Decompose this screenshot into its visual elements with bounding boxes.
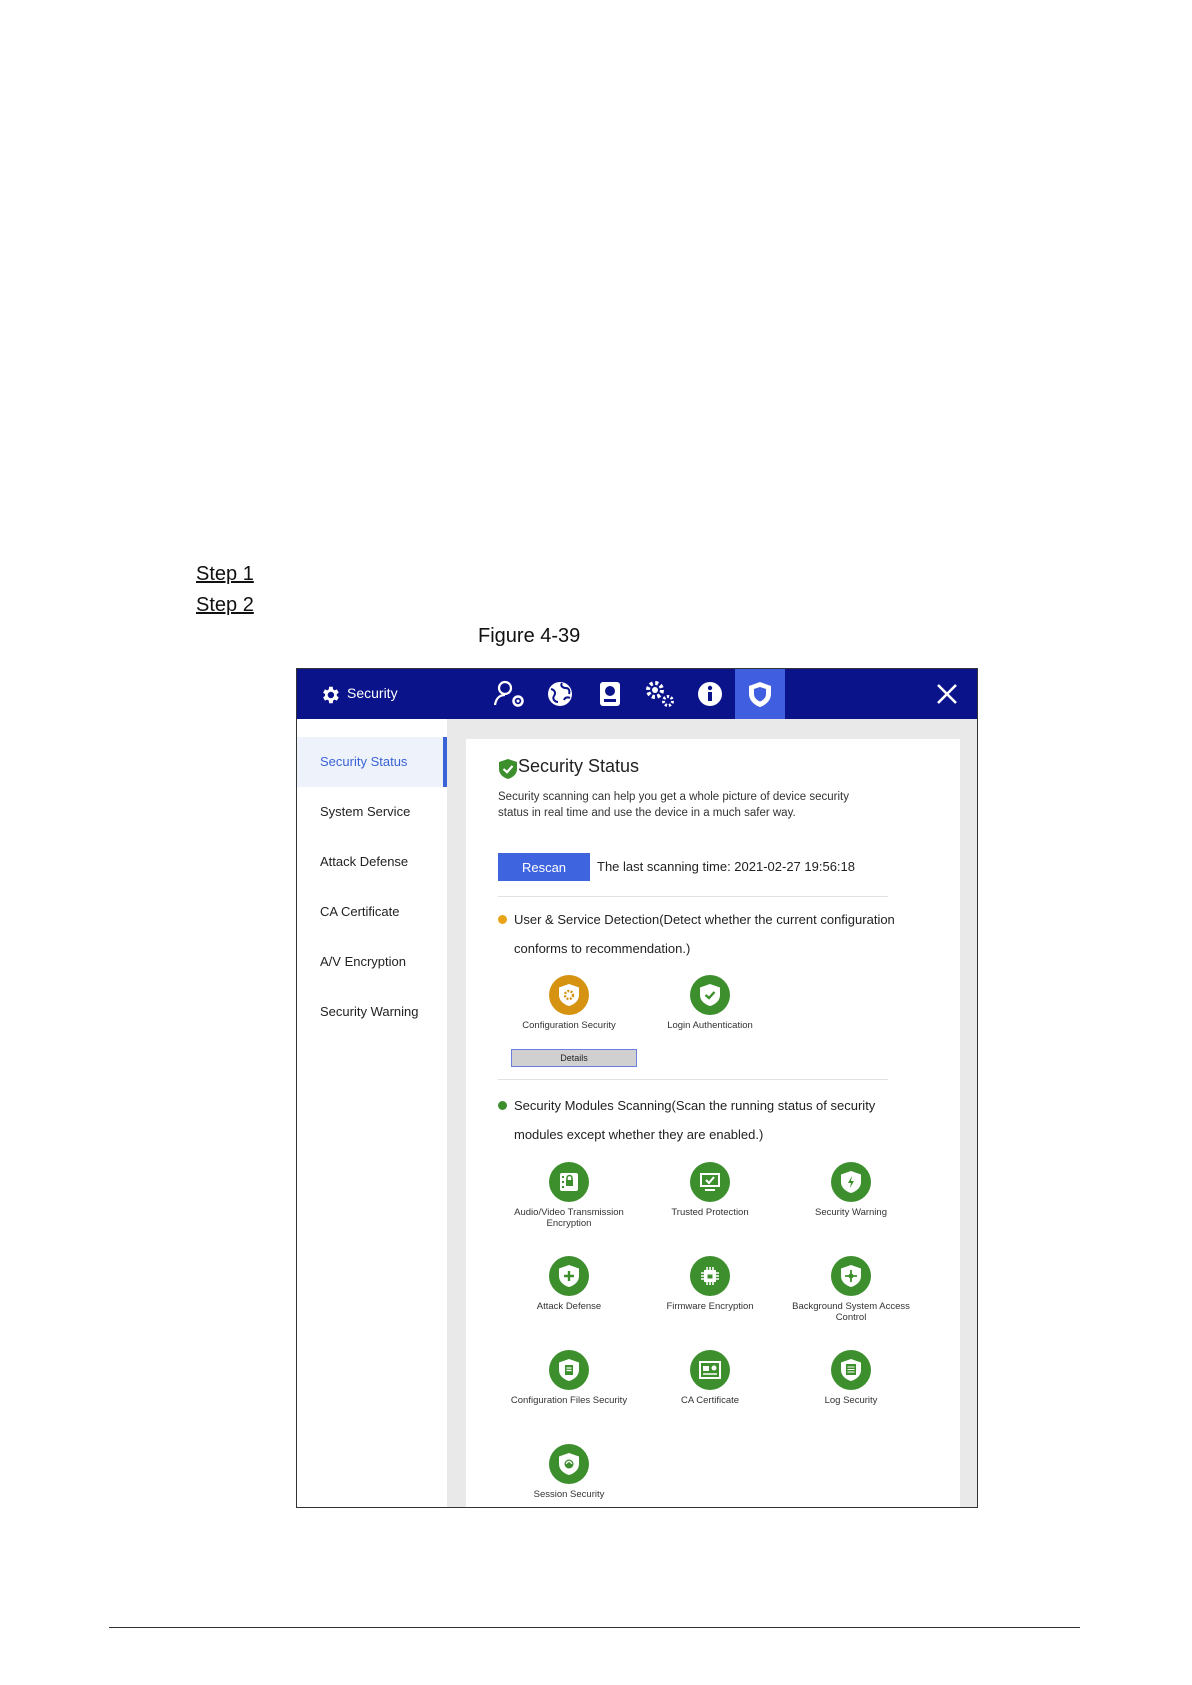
security-modules-heading: Security Modules Scanning(Scan the runni… bbox=[498, 1091, 898, 1149]
page-title: Security Status bbox=[518, 756, 640, 776]
sidebar-item-attack-defense[interactable]: Attack Defense bbox=[297, 837, 447, 887]
background-system-access-control-item[interactable]: Background System Access Control bbox=[786, 1256, 916, 1323]
window-title: Security bbox=[347, 685, 398, 701]
firmware-encryption-label: Firmware Encryption bbox=[666, 1301, 754, 1312]
configuration-security-icon bbox=[549, 975, 589, 1015]
login-authentication-label: Login Authentication bbox=[667, 1020, 753, 1031]
figure-caption: Figure 4-39 bbox=[478, 625, 581, 647]
sidebar: Security Status System Service Attack De… bbox=[297, 719, 447, 1507]
shield-check-icon bbox=[499, 759, 517, 779]
av-encryption-icon bbox=[549, 1162, 589, 1202]
sidebar-item-security-warning[interactable]: Security Warning bbox=[297, 987, 447, 1037]
user-service-heading-text: User & Service Detection(Detect whether … bbox=[514, 912, 895, 956]
warning-dot-icon bbox=[498, 915, 507, 924]
content-panel: Security Status Security scanning can he… bbox=[466, 739, 960, 1507]
shield-bolt-icon bbox=[831, 1162, 871, 1202]
sidebar-item-ca-certificate[interactable]: CA Certificate bbox=[297, 887, 447, 937]
av-transmission-encryption-label: Audio/Video Transmission Encryption bbox=[514, 1207, 624, 1229]
ca-certificate-label: CA Certificate bbox=[680, 1395, 740, 1406]
login-authentication-item[interactable]: Login Authentication bbox=[645, 975, 775, 1031]
shield-network-icon bbox=[831, 1256, 871, 1296]
chip-icon bbox=[690, 1256, 730, 1296]
shield-document-icon bbox=[549, 1350, 589, 1390]
shield-log-icon bbox=[831, 1350, 871, 1390]
certificate-icon bbox=[690, 1350, 730, 1390]
close-icon[interactable] bbox=[935, 682, 959, 706]
step-2-label: Step 2 bbox=[196, 594, 254, 616]
divider bbox=[498, 1079, 888, 1080]
log-security-item[interactable]: Log Security bbox=[786, 1350, 916, 1406]
page-footer-rule bbox=[109, 1627, 1080, 1628]
background-system-access-control-label: Background System Access Control bbox=[792, 1301, 910, 1323]
monitor-check-icon bbox=[690, 1162, 730, 1202]
attack-defense-label: Attack Defense bbox=[536, 1301, 602, 1312]
firmware-encryption-item[interactable]: Firmware Encryption bbox=[645, 1256, 775, 1312]
sidebar-item-av-encryption[interactable]: A/V Encryption bbox=[297, 937, 447, 987]
av-transmission-encryption-item[interactable]: Audio/Video Transmission Encryption bbox=[504, 1162, 634, 1229]
gear-icon bbox=[323, 686, 339, 704]
storage-icon[interactable] bbox=[585, 669, 635, 719]
page-description: Security scanning can help you get a who… bbox=[498, 791, 849, 819]
step-1-label: Step 1 bbox=[196, 563, 254, 585]
last-scan-time: The last scanning time: 2021-02-27 19:56… bbox=[597, 859, 856, 874]
user-settings-icon[interactable] bbox=[485, 669, 535, 719]
rescan-button[interactable]: Rescan bbox=[498, 853, 590, 881]
attack-defense-item[interactable]: Attack Defense bbox=[504, 1256, 634, 1312]
configuration-files-security-label: Configuration Files Security bbox=[510, 1395, 628, 1406]
trusted-protection-item[interactable]: Trusted Protection bbox=[645, 1162, 775, 1218]
network-icon[interactable] bbox=[535, 669, 585, 719]
security-warning-label: Security Warning bbox=[815, 1207, 887, 1218]
log-security-label: Log Security bbox=[824, 1395, 878, 1406]
trusted-protection-label: Trusted Protection bbox=[671, 1207, 749, 1218]
sidebar-item-system-service[interactable]: System Service bbox=[297, 787, 447, 837]
shield-plus-icon bbox=[549, 1256, 589, 1296]
details-button[interactable]: Details bbox=[511, 1049, 637, 1067]
ca-certificate-item[interactable]: CA Certificate bbox=[645, 1350, 775, 1406]
configuration-security-label: Configuration Security bbox=[522, 1020, 616, 1031]
system-settings-icon[interactable] bbox=[635, 669, 685, 719]
security-warning-item[interactable]: Security Warning bbox=[786, 1162, 916, 1218]
user-service-heading: User & Service Detection(Detect whether … bbox=[498, 905, 898, 963]
ok-dot-icon bbox=[498, 1101, 507, 1110]
shield-session-icon bbox=[549, 1444, 589, 1484]
session-security-label: Session Security bbox=[533, 1489, 605, 1500]
security-window: Security Security Status System Service … bbox=[296, 668, 978, 1508]
divider bbox=[498, 896, 888, 897]
security-shield-icon[interactable] bbox=[735, 669, 785, 719]
info-icon[interactable] bbox=[685, 669, 735, 719]
session-security-item[interactable]: Session Security bbox=[504, 1444, 634, 1500]
configuration-files-security-item[interactable]: Configuration Files Security bbox=[504, 1350, 634, 1406]
configuration-security-item[interactable]: Configuration Security bbox=[504, 975, 634, 1031]
sidebar-item-security-status[interactable]: Security Status bbox=[297, 737, 447, 787]
security-modules-heading-text: Security Modules Scanning(Scan the runni… bbox=[514, 1098, 876, 1142]
titlebar: Security bbox=[297, 669, 977, 719]
login-authentication-icon bbox=[690, 975, 730, 1015]
